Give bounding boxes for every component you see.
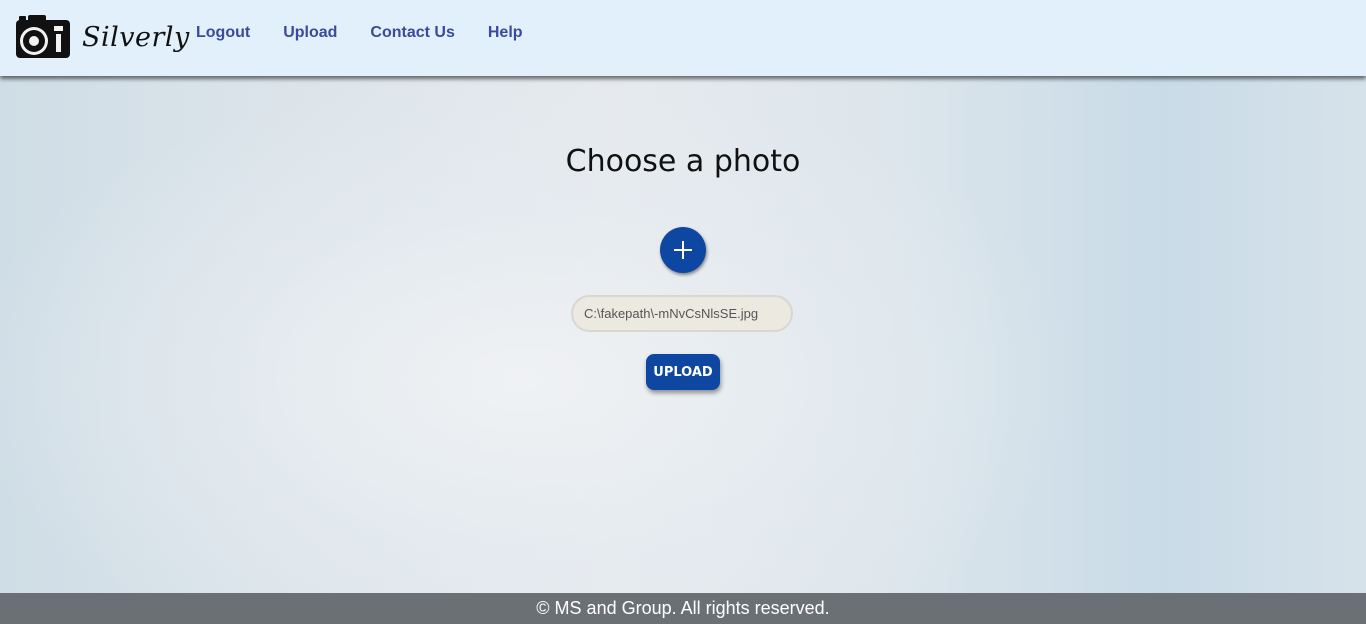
nav-link-upload[interactable]: Upload xyxy=(283,24,337,42)
upload-button[interactable]: UPLOAD xyxy=(646,354,720,390)
nav-links: Logout Upload Contact Us Help xyxy=(196,24,556,42)
choose-photo-button[interactable] xyxy=(660,227,706,273)
main-content: Choose a photo UPLOAD xyxy=(0,76,1366,593)
page-title: Choose a photo xyxy=(565,144,801,179)
nav-link-contact-us[interactable]: Contact Us xyxy=(370,24,454,42)
plus-icon xyxy=(674,241,692,259)
camera-icon xyxy=(16,15,70,58)
brand[interactable]: Silverly xyxy=(14,12,190,62)
footer: © MS and Group. All rights reserved. xyxy=(0,593,1366,624)
nav-link-logout[interactable]: Logout xyxy=(196,24,250,42)
brand-name: Silverly xyxy=(82,21,190,53)
nav-link-help[interactable]: Help xyxy=(488,24,523,42)
footer-copyright: © MS and Group. All rights reserved. xyxy=(536,598,830,618)
file-path-field[interactable] xyxy=(571,295,793,332)
navbar: Silverly Logout Upload Contact Us Help xyxy=(0,0,1366,76)
